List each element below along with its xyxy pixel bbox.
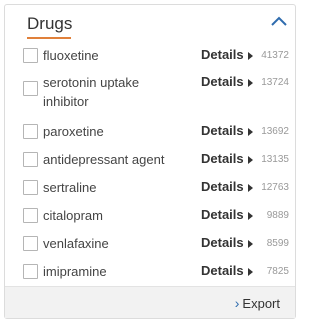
- item-checkbox[interactable]: [23, 180, 38, 195]
- item-label: fluoxetine: [43, 48, 99, 63]
- caret-right-icon: [247, 127, 253, 136]
- item-count: 12763: [261, 182, 289, 193]
- export-label: Export: [242, 296, 280, 311]
- details-link[interactable]: Details: [201, 47, 253, 62]
- item-count: 7825: [266, 266, 289, 277]
- details-link[interactable]: Details: [201, 151, 253, 166]
- details-link[interactable]: Details: [201, 235, 253, 250]
- caret-right-icon: [247, 51, 253, 60]
- item-label: paroxetine: [43, 124, 104, 139]
- details-label: Details: [201, 47, 244, 62]
- item-checkbox[interactable]: [23, 208, 38, 223]
- details-label: Details: [201, 179, 244, 194]
- item-count: 13692: [261, 126, 289, 137]
- details-link[interactable]: Details: [201, 263, 253, 278]
- item-count: 41372: [261, 50, 289, 61]
- details-link[interactable]: Details: [201, 74, 253, 89]
- item-label: antidepressant agent: [43, 152, 165, 167]
- caret-right-icon: [247, 267, 253, 276]
- item-label: serotonin uptake inhibitor: [43, 75, 140, 109]
- details-label: Details: [201, 207, 244, 222]
- chevron-right-icon: ›: [234, 295, 240, 311]
- item-label: sertraline: [43, 180, 97, 195]
- panel-title: Drugs: [27, 14, 73, 33]
- details-link[interactable]: Details: [201, 207, 253, 222]
- caret-right-icon: [247, 183, 253, 192]
- item-checkbox[interactable]: [23, 81, 38, 96]
- details-link[interactable]: Details: [201, 123, 253, 138]
- details-label: Details: [201, 263, 244, 278]
- details-label: Details: [201, 151, 244, 166]
- item-count: 9889: [266, 210, 289, 221]
- caret-right-icon: [247, 78, 253, 87]
- caret-right-icon: [247, 155, 253, 164]
- item-label: venlafaxine: [43, 236, 109, 251]
- drugs-panel: Drugs fluoxetine Details 41372 serotonin…: [4, 4, 296, 319]
- caret-right-icon: [247, 211, 253, 220]
- item-checkbox[interactable]: [23, 124, 38, 139]
- details-label: Details: [201, 74, 244, 89]
- item-checkbox[interactable]: [23, 48, 38, 63]
- item-count: 13135: [261, 154, 289, 165]
- panel-header: Drugs: [5, 5, 295, 39]
- details-label: Details: [201, 235, 244, 250]
- title-underline: [27, 37, 71, 39]
- details-label: Details: [201, 123, 244, 138]
- item-checkbox[interactable]: [23, 264, 38, 279]
- caret-right-icon: [247, 239, 253, 248]
- item-label: imipramine: [43, 264, 107, 279]
- item-label: citalopram: [43, 208, 103, 223]
- details-link[interactable]: Details: [201, 179, 253, 194]
- chevron-up-icon[interactable]: [269, 13, 289, 29]
- panel-footer: › Export: [5, 286, 295, 318]
- item-count: 8599: [266, 238, 289, 249]
- export-button[interactable]: › Export: [235, 295, 280, 311]
- item-checkbox[interactable]: [23, 152, 38, 167]
- item-count: 13724: [261, 77, 289, 88]
- item-checkbox[interactable]: [23, 236, 38, 251]
